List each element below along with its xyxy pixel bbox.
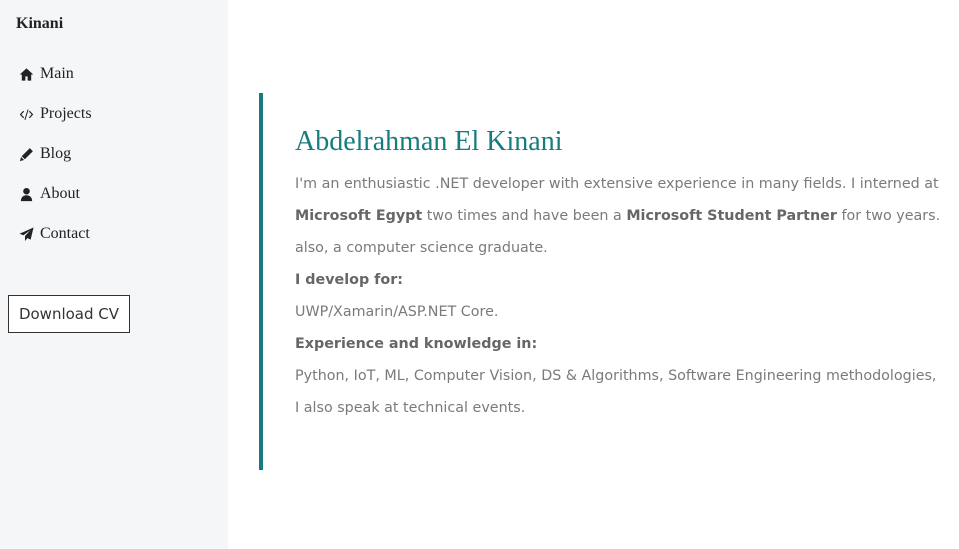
sidebar-item-label: Blog: [40, 145, 72, 162]
develop-heading: I develop for:: [295, 272, 403, 288]
paper-plane-icon: [18, 226, 34, 242]
bio-intro: I'm an enthusiastic .NET developer with …: [295, 176, 939, 192]
sidebar: Kinani Main Projects Blog About Contact …: [0, 0, 228, 549]
code-icon: [18, 106, 34, 122]
sidebar-item-main[interactable]: Main: [18, 54, 92, 94]
bio-msp: Microsoft Student Partner: [626, 208, 837, 224]
main-content: Abdelrahman El Kinani I'm an enthusiasti…: [295, 124, 945, 424]
sidebar-item-contact[interactable]: Contact: [18, 214, 92, 254]
sidebar-item-blog[interactable]: Blog: [18, 134, 92, 174]
experience-text: Python, IoT, ML, Computer Vision, DS & A…: [295, 368, 937, 416]
pencil-icon: [18, 146, 34, 162]
brand-title[interactable]: Kinani: [16, 15, 63, 33]
bio-intro-cont: two times and have been a: [422, 208, 627, 224]
page-title: Abdelrahman El Kinani: [295, 126, 563, 157]
sidebar-item-label: Contact: [40, 225, 90, 242]
sidebar-item-projects[interactable]: Projects: [18, 94, 92, 134]
experience-heading: Experience and knowledge in:: [295, 336, 538, 352]
sidebar-nav: Main Projects Blog About Contact: [18, 54, 92, 254]
sidebar-item-about[interactable]: About: [18, 174, 92, 214]
develop-text: UWP/Xamarin/ASP.NET Core.: [295, 304, 499, 320]
download-cv-button[interactable]: Download CV: [8, 295, 130, 333]
accent-bar: [259, 93, 263, 470]
bio-microsoft-egypt: Microsoft Egypt: [295, 208, 423, 224]
sidebar-item-label: Main: [40, 65, 74, 82]
sidebar-item-label: About: [40, 185, 80, 202]
sidebar-item-label: Projects: [40, 105, 92, 122]
bio-text: I'm an enthusiastic .NET developer with …: [295, 168, 945, 424]
home-icon: [18, 66, 34, 82]
user-icon: [18, 186, 34, 202]
